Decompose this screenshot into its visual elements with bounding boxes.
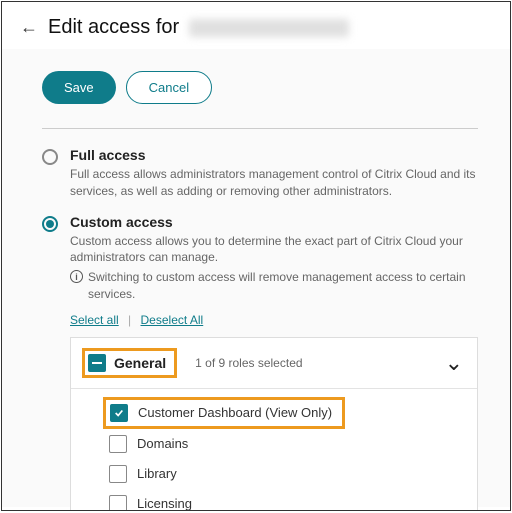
accordion-header[interactable]: General 1 of 9 roles selected ⌄ [71,338,477,389]
select-all-link[interactable]: Select all [70,313,119,327]
highlight-general-group: General [82,348,177,378]
custom-access-option[interactable]: Custom access Custom access allows you t… [42,214,478,511]
role-item-licensing[interactable]: Licensing [109,489,463,511]
action-buttons: Save Cancel [42,71,478,104]
custom-access-desc: Custom access allows you to determine th… [70,233,478,267]
roles-accordion: General 1 of 9 roles selected ⌄ Customer… [70,337,478,511]
page-header: ← Edit access for [2,2,510,49]
cancel-button[interactable]: Cancel [126,71,212,104]
full-access-option[interactable]: Full access Full access allows administr… [42,147,478,200]
page-title-text: Edit access for [48,16,179,38]
role-item-domains[interactable]: Domains [109,429,463,459]
deselect-all-link[interactable]: Deselect All [141,313,204,327]
checkmark-icon [114,408,124,418]
role-label: Library [137,466,177,481]
role-label: Domains [137,436,188,451]
checkbox-checked-icon[interactable] [110,404,128,422]
section-divider [42,128,478,129]
checkbox-indeterminate-icon[interactable] [88,354,106,372]
info-icon: i [70,270,83,283]
group-title: General [114,355,166,371]
radio-checked-icon[interactable] [42,216,58,232]
redacted-email [189,19,349,37]
custom-access-label: Custom access [70,214,478,230]
checkbox-unchecked-icon[interactable] [109,465,127,483]
full-access-desc: Full access allows administrators manage… [70,166,478,200]
role-item-customer-dashboard[interactable]: Customer Dashboard (View Only) [103,397,345,429]
role-label: Customer Dashboard (View Only) [138,405,332,420]
chevron-down-icon[interactable]: ⌄ [445,350,463,376]
group-count: 1 of 9 roles selected [195,356,302,370]
checkbox-unchecked-icon[interactable] [109,495,127,511]
save-button[interactable]: Save [42,71,116,104]
back-arrow-icon[interactable]: ← [20,17,38,38]
radio-unchecked-icon[interactable] [42,149,58,165]
accordion-body: Customer Dashboard (View Only) Domains L… [71,389,477,511]
page-title: Edit access for [48,16,349,39]
role-item-library[interactable]: Library [109,459,463,489]
link-separator: | [128,313,131,327]
role-label: Licensing [137,496,192,511]
bulk-select-links: Select all | Deselect All [70,313,478,327]
custom-access-warning: Switching to custom access will remove m… [88,269,478,303]
full-access-label: Full access [70,147,478,163]
checkbox-unchecked-icon[interactable] [109,435,127,453]
